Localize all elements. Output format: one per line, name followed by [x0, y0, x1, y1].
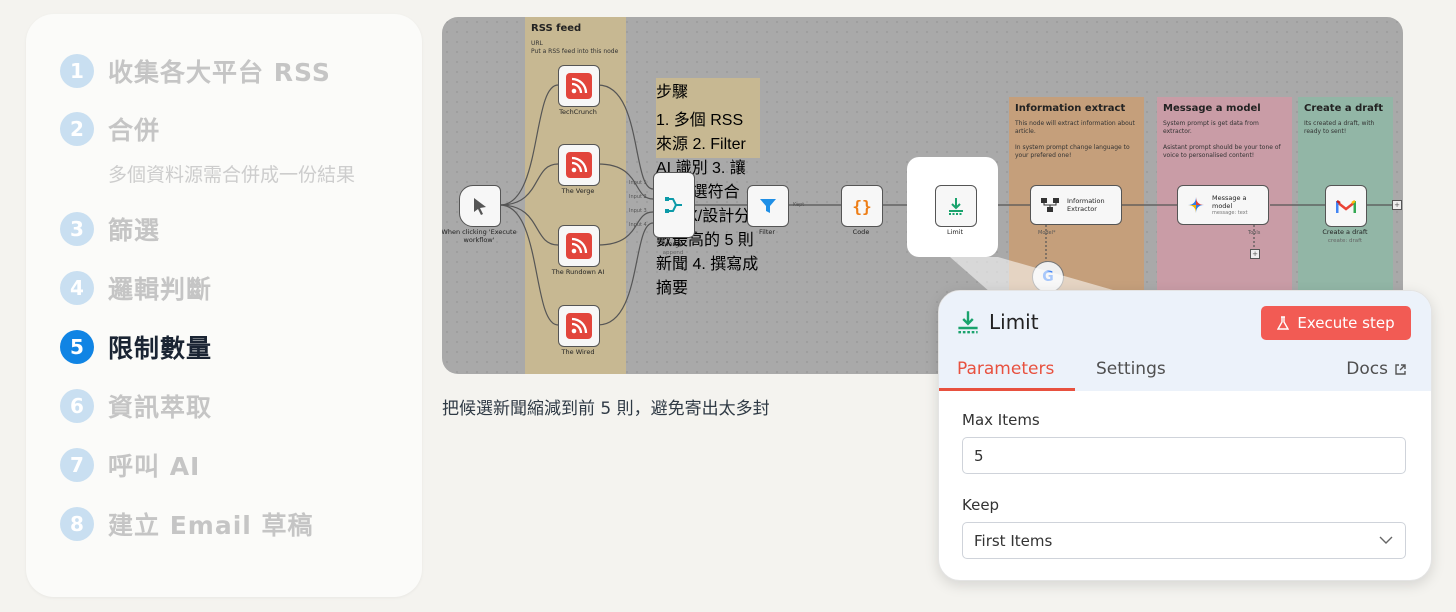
node-sublabel: append [662, 250, 684, 256]
keep-select[interactable]: First Items [962, 522, 1406, 559]
gmail-icon [1336, 199, 1356, 213]
limit-node-panel: Limit Execute step Parameters Settings D… [938, 290, 1432, 581]
step-label: 合併 [108, 116, 161, 145]
panel-title: Limit [989, 310, 1039, 334]
step-number: 7 [60, 448, 94, 482]
step-number: 6 [60, 389, 94, 423]
step-number: 3 [60, 212, 94, 246]
node-sublabel: message: text [1212, 210, 1248, 216]
docs-label: Docs [1346, 359, 1388, 379]
rss-icon [566, 313, 592, 339]
tools-connector-label: Tools [1248, 230, 1261, 236]
step-number: 1 [60, 54, 94, 88]
step-2-description: 多個資料源需合併成一份結果 [108, 164, 356, 186]
execute-step-button[interactable]: Execute step [1261, 306, 1411, 340]
max-items-label: Max Items [962, 411, 1040, 429]
flask-icon [1277, 316, 1290, 330]
step-number: 8 [60, 507, 94, 541]
google-icon: G [1042, 269, 1054, 285]
step-5[interactable]: 5 限制數量 [60, 329, 212, 365]
step-number: 5 [60, 330, 94, 364]
model-connector-label: Model* [1038, 230, 1056, 236]
merge-node[interactable] [653, 172, 695, 238]
active-tab-indicator [939, 388, 1075, 391]
node-sublabel: create: draft [1327, 238, 1363, 244]
node-label: Create a draft [1322, 228, 1368, 236]
step-4[interactable]: 4 邏輯判斷 [60, 270, 212, 306]
node-label: The Verge [561, 187, 595, 195]
filter-icon [760, 199, 776, 213]
model-node-text: Message a model message: text [1212, 194, 1264, 216]
step-number: 2 [60, 112, 94, 146]
node-label: Merge [662, 240, 684, 248]
gemini-icon [1188, 197, 1204, 213]
keep-value: First Items [974, 531, 1053, 550]
rss-icon [566, 152, 592, 178]
execute-step-label: Execute step [1297, 314, 1395, 332]
rss-node-verge[interactable] [558, 144, 600, 186]
rss-icon [566, 73, 592, 99]
step-8[interactable]: 8 建立 Email 草稿 [60, 506, 314, 542]
step-6[interactable]: 6 資訊萃取 [60, 388, 212, 424]
panel-header: Limit Execute step Parameters Settings D… [939, 291, 1431, 391]
node-label: Message a model [1212, 194, 1247, 210]
add-node-icon[interactable]: + [1392, 200, 1402, 210]
merge-input-label: Input 4 [629, 222, 647, 228]
node-label: Limit [946, 228, 964, 236]
merge-icon [665, 197, 682, 213]
node-label: Information Extractor [1067, 196, 1105, 213]
limit-icon [956, 310, 980, 339]
filter-output-label: Kept [793, 202, 805, 208]
canvas-caption: 把候選新聞縮減到前 5 則，避免寄出太多封 [442, 399, 770, 419]
gmail-node[interactable] [1325, 185, 1367, 227]
node-label: TechCrunch [559, 108, 597, 116]
max-items-input[interactable]: 5 [962, 437, 1406, 474]
code-braces-icon: {} [852, 196, 872, 216]
manual-trigger-node[interactable] [459, 185, 501, 227]
step-label: 邏輯判斷 [108, 275, 213, 304]
step-3[interactable]: 3 篩選 [60, 211, 160, 247]
step-label: 呼叫 AI [108, 452, 201, 481]
node-label: The Rundown AI [551, 268, 605, 276]
rss-node-techcrunch[interactable] [558, 65, 600, 107]
node-label: Code [852, 228, 870, 236]
steps-panel: 1 收集各大平台 RSS 2 合併 多個資料源需合併成一份結果 3 篩選 4 邏… [26, 14, 422, 597]
step-label: 資訊萃取 [108, 393, 213, 422]
external-link-icon [1395, 363, 1406, 375]
code-node[interactable]: {} [841, 185, 883, 227]
limit-node[interactable] [935, 185, 977, 227]
step-label: 限制數量 [108, 334, 213, 363]
tab-settings[interactable]: Settings [1096, 359, 1166, 379]
max-items-value: 5 [974, 446, 984, 465]
message-model-node[interactable]: Message a model message: text [1177, 185, 1269, 225]
merge-input-label: Input 2 [629, 194, 647, 200]
merge-input-label: Input 3 [629, 208, 647, 214]
node-label: The Wired [561, 348, 595, 356]
step-label: 篩選 [108, 216, 161, 245]
step-2[interactable]: 2 合併 [60, 111, 160, 147]
keep-label: Keep [962, 496, 1000, 514]
tab-parameters[interactable]: Parameters [957, 359, 1054, 379]
extractor-icon [1041, 198, 1059, 212]
rss-node-wired[interactable] [558, 305, 600, 347]
limit-icon [949, 198, 963, 215]
chevron-down-icon [1379, 536, 1393, 544]
rss-icon [566, 233, 592, 259]
node-label: When clicking 'Execute workflow' [442, 228, 517, 245]
node-label: Filter [758, 228, 776, 236]
merge-input-label: Input 1 [629, 180, 647, 186]
add-tool-icon[interactable]: + [1250, 249, 1260, 259]
cursor-icon [474, 198, 486, 215]
filter-node[interactable] [747, 185, 789, 227]
step-number: 4 [60, 271, 94, 305]
google-model-node[interactable]: G [1032, 261, 1064, 293]
docs-link[interactable]: Docs [1346, 359, 1407, 379]
step-1[interactable]: 1 收集各大平台 RSS [60, 53, 331, 89]
information-extractor-node[interactable]: Information Extractor [1030, 185, 1122, 225]
step-label: 收集各大平台 RSS [108, 58, 331, 87]
rss-node-rundown[interactable] [558, 225, 600, 267]
step-label: 建立 Email 草稿 [108, 511, 314, 540]
step-7[interactable]: 7 呼叫 AI [60, 447, 200, 483]
